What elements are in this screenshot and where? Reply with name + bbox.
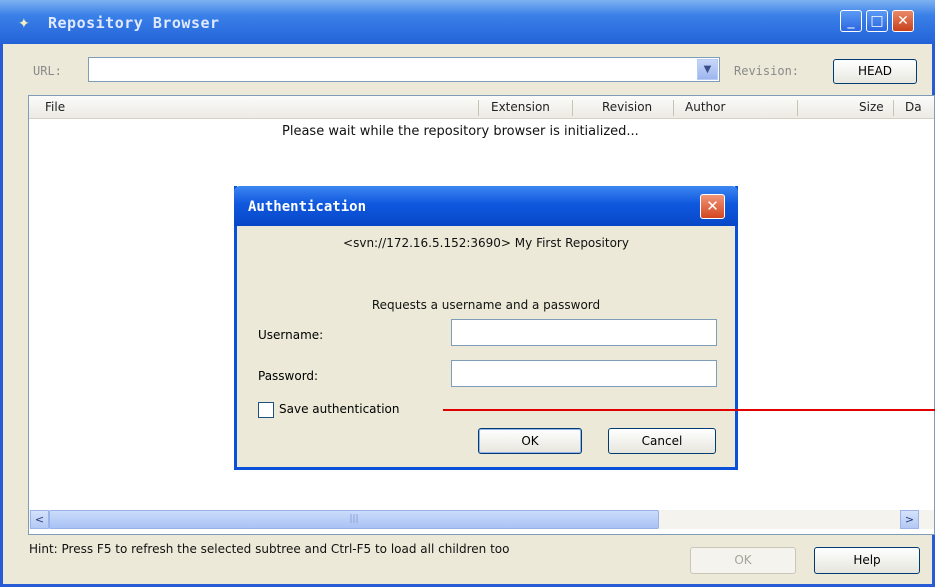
password-input[interactable] [451, 360, 717, 387]
url-dropdown-arrow-icon[interactable]: ▼ [697, 59, 718, 80]
maximize-button[interactable]: □ [866, 10, 888, 32]
scroll-left-icon[interactable]: < [30, 510, 49, 529]
username-label: Username: [258, 328, 324, 342]
column-divider[interactable] [673, 100, 674, 116]
window-title: Repository Browser [48, 14, 220, 32]
revision-head-button[interactable]: HEAD [833, 59, 917, 84]
minimize-button[interactable]: _ [840, 10, 862, 32]
column-author[interactable]: Author [685, 100, 725, 114]
realm-text: <svn://172.16.5.152:3690> My First Repos… [343, 236, 629, 250]
ok-button-disabled[interactable]: OK [690, 547, 796, 574]
save-authentication-label[interactable]: Save authentication [279, 402, 400, 416]
column-file[interactable]: File [45, 100, 65, 114]
password-label: Password: [258, 369, 319, 383]
column-date[interactable]: Da [905, 100, 922, 114]
loading-message: Please wait while the repository browser… [282, 124, 639, 139]
scrollbar-thumb[interactable]: ||| [49, 510, 659, 529]
dialog-close-icon[interactable]: ✕ [700, 194, 725, 219]
list-header [29, 96, 934, 119]
scroll-right-icon[interactable]: > [900, 510, 919, 529]
column-divider[interactable] [572, 100, 573, 116]
help-button[interactable]: Help [814, 547, 920, 574]
save-authentication-checkbox[interactable] [258, 402, 274, 418]
column-divider[interactable] [893, 100, 894, 116]
column-size[interactable]: Size [859, 100, 884, 114]
username-input[interactable] [451, 319, 717, 346]
dialog-cancel-button[interactable]: Cancel [608, 428, 716, 454]
hint-text: Hint: Press F5 to refresh the selected s… [29, 542, 510, 556]
url-combobox[interactable] [88, 57, 720, 82]
revision-label: Revision: [734, 64, 800, 78]
column-extension[interactable]: Extension [491, 100, 550, 114]
column-divider[interactable] [478, 100, 479, 116]
app-turtle-icon: ✦ [18, 16, 30, 32]
close-button[interactable]: ✕ [892, 10, 914, 32]
column-divider[interactable] [797, 100, 798, 116]
annotation-line [443, 409, 935, 411]
dialog-title: Authentication [248, 199, 367, 215]
dialog-ok-button[interactable]: OK [478, 428, 582, 454]
column-revision[interactable]: Revision [602, 100, 652, 114]
url-label: URL: [33, 64, 62, 78]
request-text: Requests a username and a password [371, 298, 601, 312]
